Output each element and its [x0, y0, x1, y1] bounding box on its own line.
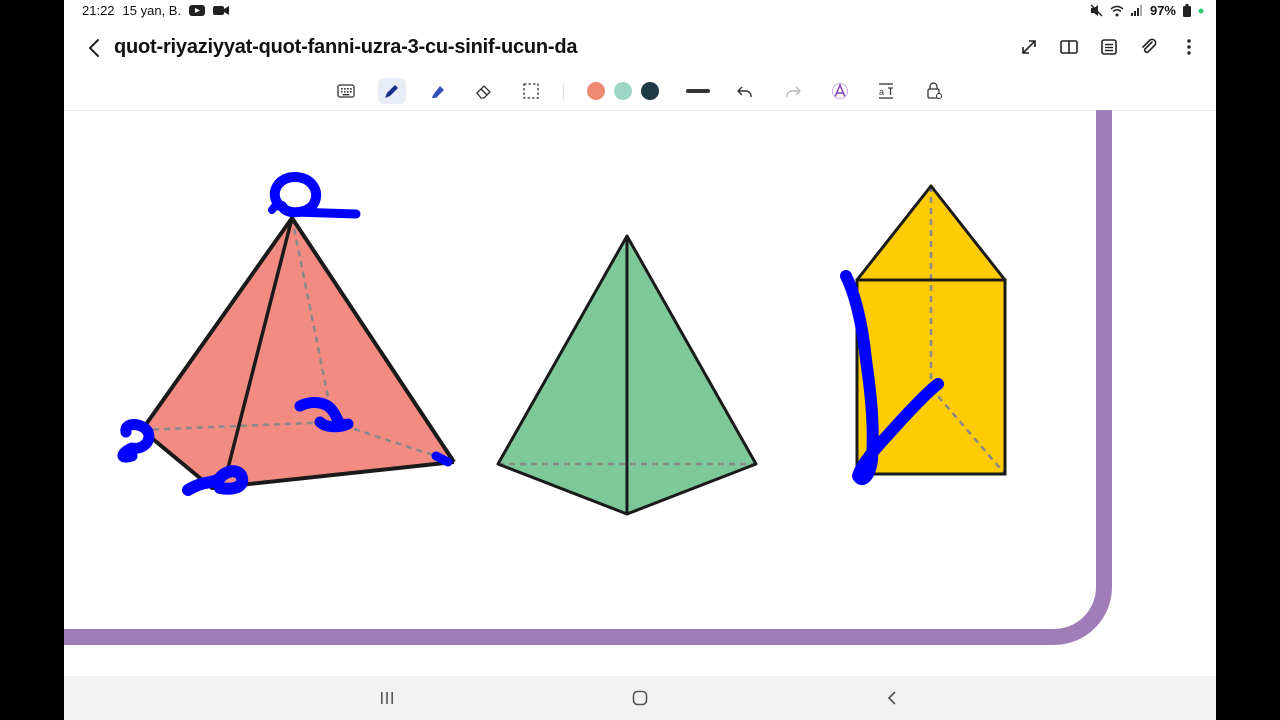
triangular-pyramid [496, 234, 758, 516]
lasso-select-icon[interactable] [517, 78, 545, 104]
back-icon[interactable] [877, 686, 907, 710]
text-convert-icon[interactable]: a [872, 78, 900, 104]
youtube-icon [189, 5, 206, 16]
app-header: quot-riyaziyyat-quot-fanni-uzra-3-cu-sin… [64, 26, 1216, 70]
back-arrow-icon[interactable] [80, 34, 108, 62]
triangular-prism [855, 184, 1007, 476]
redo-icon[interactable] [779, 78, 807, 104]
status-left: 21:22 15 yan, B. [82, 3, 230, 18]
mute-icon [1090, 4, 1103, 17]
list-icon[interactable] [1096, 34, 1122, 60]
recent-apps-icon[interactable] [372, 686, 402, 710]
home-icon[interactable] [625, 686, 655, 710]
wifi-icon [1110, 5, 1124, 17]
device-screen: 21:22 15 yan, B. 97% quot-riyaziyyat-quo… [64, 0, 1216, 720]
more-vert-icon[interactable] [1176, 34, 1202, 60]
system-nav-bar [64, 676, 1216, 720]
lock-icon[interactable] [920, 78, 948, 104]
header-actions [1016, 34, 1202, 60]
drawing-toolbar: a [64, 72, 1216, 111]
svg-text:a: a [879, 87, 884, 97]
notification-dot-icon [1198, 8, 1204, 14]
pen-icon[interactable] [378, 78, 406, 104]
toolbar-divider [563, 84, 564, 100]
battery-icon [1183, 4, 1191, 17]
keyboard-icon[interactable] [332, 78, 360, 104]
highlighter-icon[interactable] [424, 78, 452, 104]
undo-icon[interactable] [731, 78, 759, 104]
book-view-icon[interactable] [1056, 34, 1082, 60]
battery-level: 97% [1149, 3, 1176, 18]
eraser-icon[interactable] [470, 78, 498, 104]
attach-icon[interactable] [1136, 34, 1162, 60]
status-bar: 21:22 15 yan, B. 97% [64, 0, 1216, 22]
status-date: 15 yan, B. [122, 3, 182, 18]
signal-icon [1130, 5, 1143, 16]
stroke-width-icon[interactable] [683, 78, 713, 104]
note-canvas[interactable] [64, 110, 1216, 676]
color-swatch-coral[interactable] [587, 82, 605, 100]
color-swatch-dark-teal[interactable] [641, 82, 659, 100]
status-time: 21:22 [82, 3, 115, 18]
text-style-icon[interactable] [826, 78, 854, 104]
status-right: 97% [1090, 3, 1204, 18]
video-call-icon [213, 5, 230, 16]
expand-icon[interactable] [1016, 34, 1042, 60]
canvas-drawing [64, 110, 1112, 645]
page-title: quot-riyaziyyat-quot-fanni-uzra-3-cu-sin… [114, 36, 578, 58]
square-pyramid [140, 216, 456, 490]
color-swatch-mint[interactable] [614, 82, 632, 100]
